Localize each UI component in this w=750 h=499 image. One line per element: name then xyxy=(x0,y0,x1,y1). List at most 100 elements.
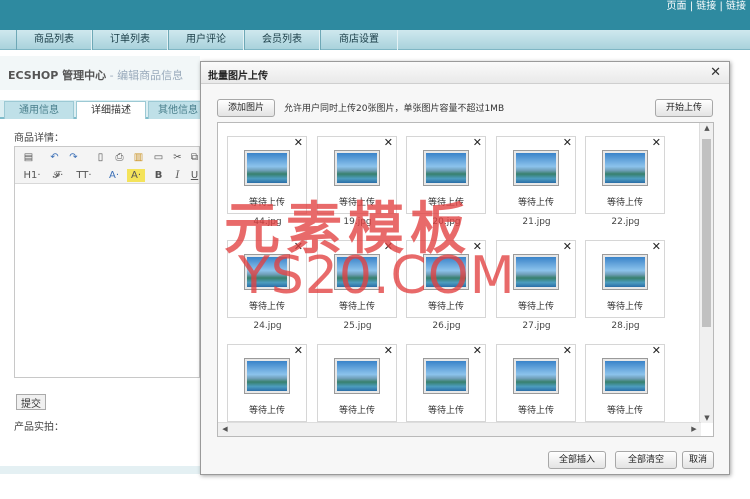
cancel-button[interactable]: 取消 xyxy=(682,451,714,469)
file-item[interactable]: ✕ 等待上传 xyxy=(585,344,665,422)
remove-icon[interactable]: ✕ xyxy=(294,136,303,149)
upload-status: 等待上传 xyxy=(606,406,643,416)
tab-other-info[interactable]: 其他信息 xyxy=(148,101,208,119)
italic-icon[interactable]: I xyxy=(171,169,184,182)
top-links[interactable]: 页面 | 链接 | 链接 xyxy=(667,0,746,12)
file-grid: ✕ 等待上传 44.jpg ✕ 等待上传 19.jpg ✕ 等待上传 20.jpg ✕ 等待上传 21… xyxy=(218,123,698,423)
redo-icon[interactable]: ↷ xyxy=(67,151,80,164)
remove-icon[interactable]: ✕ xyxy=(563,136,572,149)
image-thumbnail xyxy=(513,150,559,186)
image-thumbnail xyxy=(334,358,380,394)
upload-status: 等待上传 xyxy=(338,302,375,312)
nav-tab-user-comments[interactable]: 用户评论 xyxy=(168,30,244,50)
image-thumbnail xyxy=(423,358,469,394)
upload-status: 等待上传 xyxy=(338,198,375,208)
scroll-right-icon[interactable]: ▶ xyxy=(687,425,701,433)
tab-general-info[interactable]: 通用信息 xyxy=(4,101,74,119)
file-item[interactable]: ✕ 等待上传 xyxy=(496,344,576,422)
preview-icon[interactable]: ▯ xyxy=(94,151,107,164)
upload-status: 等待上传 xyxy=(517,406,554,416)
print-icon[interactable]: ⎙ xyxy=(113,151,126,164)
file-item[interactable]: ✕ 等待上传 xyxy=(227,240,307,318)
file-item[interactable]: ✕ 等待上传 xyxy=(317,240,397,318)
insert-all-button[interactable]: 全部插入 xyxy=(548,451,606,469)
remove-icon[interactable]: ✕ xyxy=(652,136,661,149)
file-name: 20.jpg xyxy=(432,217,461,227)
scroll-up-icon[interactable]: ▲ xyxy=(700,124,713,132)
nav-tab-member-list[interactable]: 会员列表 xyxy=(244,30,320,50)
image-thumbnail xyxy=(244,358,290,394)
image-thumbnail xyxy=(513,254,559,290)
vertical-scrollbar[interactable]: ▲ ▼ xyxy=(699,123,713,423)
file-name: 19.jpg xyxy=(343,217,372,227)
file-item[interactable]: ✕ 等待上传 xyxy=(406,136,486,214)
tab-detail-description[interactable]: 详细描述 xyxy=(76,101,146,119)
remove-icon[interactable]: ✕ xyxy=(473,240,482,253)
image-thumbnail xyxy=(423,150,469,186)
image-thumbnail xyxy=(602,358,648,394)
remove-icon[interactable]: ✕ xyxy=(563,344,572,357)
code-icon[interactable]: ▭ xyxy=(152,151,165,164)
file-item[interactable]: ✕ 等待上传 xyxy=(317,136,397,214)
bold-icon[interactable]: B xyxy=(152,169,165,182)
file-item[interactable]: ✕ 等待上传 xyxy=(496,240,576,318)
upload-status: 等待上传 xyxy=(517,198,554,208)
file-list-panel: ✕ 等待上传 44.jpg ✕ 等待上传 19.jpg ✕ 等待上传 20.jpg ✕ 等待上传 21… xyxy=(217,122,714,437)
close-icon[interactable]: ✕ xyxy=(710,65,721,80)
image-thumbnail xyxy=(244,254,290,290)
upload-limit-tip: 允许用户同时上传20张图片，单张图片容量不超过1MB xyxy=(284,104,505,114)
batch-upload-dialog: 批量图片上传 ✕ 添加图片 允许用户同时上传20张图片，单张图片容量不超过1MB… xyxy=(200,61,730,475)
dialog-header[interactable]: 批量图片上传 ✕ xyxy=(201,62,729,84)
editor-toolbar: ▤ ↶ ↷ ▯ ⎙ ▥ ▭ ✂ ⧉ H1· 𝓕· TT· A· A· B I U xyxy=(15,147,199,184)
nav-tab-goods-list[interactable]: 商品列表 xyxy=(16,30,92,50)
file-item[interactable]: ✕ 等待上传 xyxy=(585,240,665,318)
file-item[interactable]: ✕ 等待上传 xyxy=(406,344,486,422)
font-size-icon[interactable]: TT· xyxy=(73,169,95,182)
upload-status: 等待上传 xyxy=(427,302,464,312)
template-icon[interactable]: ▥ xyxy=(132,151,145,164)
submit-button[interactable]: 提交 xyxy=(16,394,46,410)
remove-icon[interactable]: ✕ xyxy=(473,344,482,357)
nav-tab-shop-settings[interactable]: 商店设置 xyxy=(320,30,398,50)
start-upload-button[interactable]: 开始上传 xyxy=(655,99,713,117)
rich-text-editor[interactable]: ▤ ↶ ↷ ▯ ⎙ ▥ ▭ ✂ ⧉ H1· 𝓕· TT· A· A· B I U xyxy=(14,146,200,378)
scroll-thumb[interactable] xyxy=(702,139,711,327)
add-image-button[interactable]: 添加图片 xyxy=(217,99,275,117)
scroll-left-icon[interactable]: ◀ xyxy=(218,425,232,433)
file-item[interactable]: ✕ 等待上传 xyxy=(496,136,576,214)
remove-icon[interactable]: ✕ xyxy=(384,344,393,357)
upload-status: 等待上传 xyxy=(248,302,285,312)
file-item[interactable]: ✕ 等待上传 xyxy=(227,136,307,214)
undo-icon[interactable]: ↶ xyxy=(48,151,61,164)
file-item[interactable]: ✕ 等待上传 xyxy=(317,344,397,422)
source-icon[interactable]: ▤ xyxy=(22,151,35,164)
remove-icon[interactable]: ✕ xyxy=(652,240,661,253)
remove-icon[interactable]: ✕ xyxy=(384,240,393,253)
remove-icon[interactable]: ✕ xyxy=(384,136,393,149)
remove-icon[interactable]: ✕ xyxy=(294,240,303,253)
image-thumbnail xyxy=(513,358,559,394)
upload-status: 等待上传 xyxy=(338,406,375,416)
nav-tab-order-list[interactable]: 订单列表 xyxy=(92,30,168,50)
horizontal-scrollbar[interactable]: ◀ ▶ xyxy=(218,422,701,436)
file-name: 25.jpg xyxy=(343,321,372,331)
cut-icon[interactable]: ✂ xyxy=(171,151,184,164)
image-thumbnail xyxy=(423,254,469,290)
clear-all-button[interactable]: 全部清空 xyxy=(615,451,677,469)
file-item[interactable]: ✕ 等待上传 xyxy=(585,136,665,214)
font-color-icon[interactable]: A· xyxy=(105,169,123,182)
file-item[interactable]: ✕ 等待上传 xyxy=(227,344,307,422)
scroll-down-icon[interactable]: ▼ xyxy=(700,414,713,422)
upload-status: 等待上传 xyxy=(517,302,554,312)
file-item[interactable]: ✕ 等待上传 xyxy=(406,240,486,318)
highlight-color-icon[interactable]: A· xyxy=(127,169,145,182)
font-family-icon[interactable]: 𝓕· xyxy=(48,169,68,182)
image-thumbnail xyxy=(334,254,380,290)
remove-icon[interactable]: ✕ xyxy=(294,344,303,357)
remove-icon[interactable]: ✕ xyxy=(473,136,482,149)
upload-status: 等待上传 xyxy=(427,198,464,208)
remove-icon[interactable]: ✕ xyxy=(652,344,661,357)
heading-icon[interactable]: H1· xyxy=(22,169,42,182)
remove-icon[interactable]: ✕ xyxy=(563,240,572,253)
breadcrumb-main[interactable]: ECSHOP 管理中心 xyxy=(8,69,106,82)
